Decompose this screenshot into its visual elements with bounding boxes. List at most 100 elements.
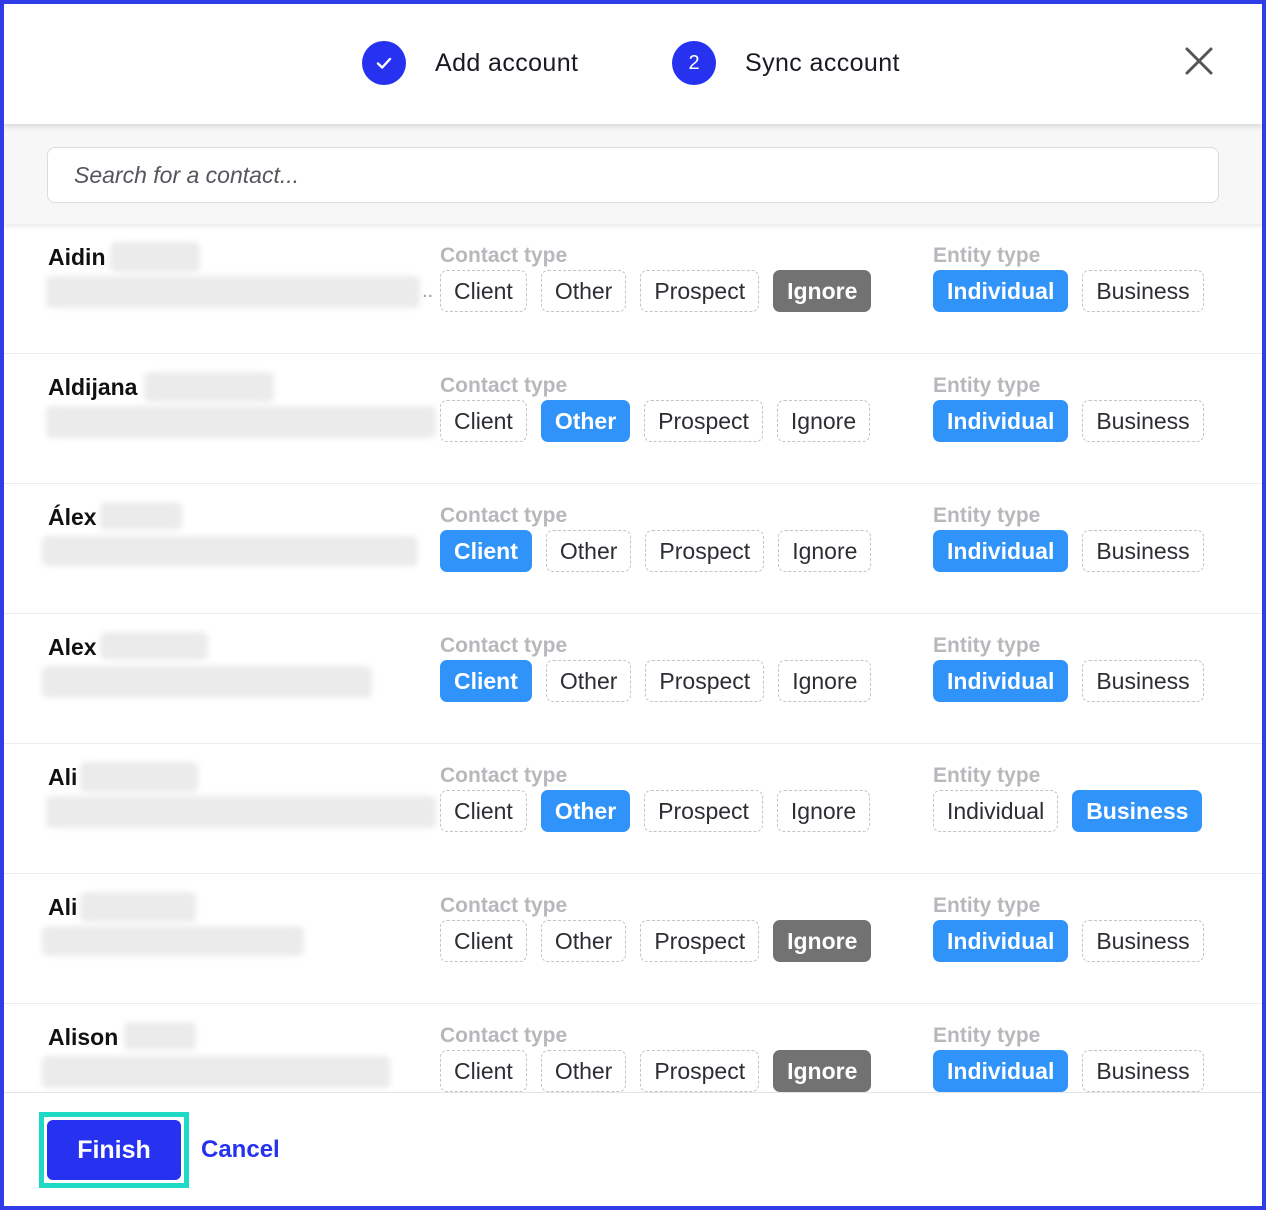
contact-type-option-other[interactable]: Other — [545, 530, 632, 572]
contact-type-option-client[interactable]: Client — [440, 400, 527, 442]
entity-type-label: Entity type — [933, 764, 1041, 787]
contact-type-options: Client Other Prospect Ignore — [440, 660, 872, 702]
entity-type-options: Individual Business — [933, 660, 1204, 702]
contact-type-option-ignore[interactable]: Ignore — [773, 1050, 872, 1092]
entity-type-label: Entity type — [933, 374, 1041, 397]
contact-row: Alex Contact type Entity type Client Other Pr… — [4, 614, 1262, 744]
contact-name: Aldijana — [48, 374, 138, 400]
redacted-contact-details — [42, 666, 372, 698]
contact-type-option-ignore[interactable]: Ignore — [776, 400, 871, 442]
dialog-footer: Finish Cancel — [4, 1092, 1262, 1206]
contact-name: Alison — [48, 1024, 119, 1050]
contact-type-options: Client Other Prospect Ignore — [440, 1050, 872, 1092]
contact-type-option-client[interactable]: Client — [440, 920, 527, 962]
contact-row: Aidin.. Contact type Entity type Client Othe… — [4, 224, 1262, 354]
entity-type-label: Entity type — [933, 634, 1041, 657]
contact-type-option-other[interactable]: Other — [540, 920, 627, 962]
entity-type-option-individual[interactable]: Individual — [933, 790, 1059, 832]
entity-type-option-individual[interactable]: Individual — [933, 920, 1069, 962]
contact-name: Alex — [48, 634, 97, 660]
entity-type-options: Individual Business — [933, 400, 1204, 442]
contact-type-option-ignore[interactable]: Ignore — [778, 530, 872, 572]
entity-type-label: Entity type — [933, 244, 1041, 267]
contact-type-option-other[interactable]: Other — [540, 400, 631, 442]
close-icon — [1185, 47, 1213, 75]
contact-type-options: Client Other Prospect Ignore — [440, 790, 871, 832]
contact-type-option-prospect[interactable]: Prospect — [640, 1050, 760, 1092]
contact-type-option-prospect[interactable]: Prospect — [644, 400, 763, 442]
contact-type-option-ignore[interactable]: Ignore — [773, 270, 872, 312]
contact-type-label: Contact type — [440, 374, 568, 397]
entity-type-option-individual[interactable]: Individual — [933, 1050, 1069, 1092]
contact-name: Ali — [48, 894, 78, 920]
redacted-surname — [100, 502, 182, 530]
contact-type-option-other[interactable]: Other — [540, 790, 631, 832]
contact-type-label: Contact type — [440, 894, 568, 917]
entity-type-label: Entity type — [933, 1024, 1041, 1047]
entity-type-option-business[interactable]: Business — [1082, 660, 1204, 702]
contact-name: Ali — [48, 764, 78, 790]
contact-type-option-ignore[interactable]: Ignore — [773, 920, 872, 962]
contact-type-option-client[interactable]: Client — [440, 790, 527, 832]
contact-type-option-client[interactable]: Client — [440, 270, 527, 312]
redacted-contact-details — [46, 796, 436, 828]
entity-type-option-individual[interactable]: Individual — [933, 400, 1069, 442]
contact-type-option-prospect[interactable]: Prospect — [645, 660, 765, 702]
contact-type-option-prospect[interactable]: Prospect — [640, 270, 760, 312]
contact-type-option-other[interactable]: Other — [540, 270, 627, 312]
entity-type-option-business[interactable]: Business — [1082, 530, 1204, 572]
redacted-surname — [100, 632, 208, 660]
contact-type-options: Client Other Prospect Ignore — [440, 920, 872, 962]
entity-type-option-business[interactable]: Business — [1072, 790, 1203, 832]
entity-type-options: Individual Business — [933, 920, 1204, 962]
sync-account-dialog: Add account 2 Sync account Aidin.. Contac… — [0, 0, 1266, 1210]
contact-row: Alison Contact type Entity type Client Other… — [4, 1004, 1262, 1092]
contact-type-option-ignore[interactable]: Ignore — [778, 660, 872, 702]
contact-type-option-client[interactable]: Client — [440, 1050, 527, 1092]
contact-row: Ali Contact type Entity type Client Other Pro… — [4, 744, 1262, 874]
contact-type-option-client[interactable]: Client — [440, 660, 532, 702]
cancel-link[interactable]: Cancel — [201, 1136, 280, 1164]
step-number-badge: 2 — [672, 41, 716, 85]
entity-type-options: Individual Business — [933, 1050, 1204, 1092]
entity-type-options: Individual Business — [933, 530, 1204, 572]
entity-type-label: Entity type — [933, 504, 1041, 527]
contact-type-options: Client Other Prospect Ignore — [440, 270, 872, 312]
redacted-surname — [80, 762, 198, 792]
contact-type-label: Contact type — [440, 634, 568, 657]
entity-type-option-business[interactable]: Business — [1082, 920, 1204, 962]
step-label-add-account: Add account — [435, 48, 579, 77]
redacted-contact-details — [46, 276, 420, 308]
finish-button[interactable]: Finish — [47, 1120, 181, 1180]
step-sync-account: 2 Sync account — [672, 41, 900, 85]
close-button[interactable] — [1182, 44, 1216, 78]
entity-type-option-business[interactable]: Business — [1082, 270, 1204, 312]
entity-type-options: Individual Business — [933, 790, 1203, 832]
entity-type-label: Entity type — [933, 894, 1041, 917]
search-input[interactable] — [47, 147, 1219, 203]
contact-type-option-prospect[interactable]: Prospect — [644, 790, 763, 832]
contact-type-option-prospect[interactable]: Prospect — [640, 920, 760, 962]
contact-type-label: Contact type — [440, 1024, 568, 1047]
contact-row: Álex Contact type Entity type Client Other Pr… — [4, 484, 1262, 614]
redacted-surname — [124, 1022, 196, 1050]
contact-type-option-ignore[interactable]: Ignore — [776, 790, 871, 832]
redacted-contact-details — [42, 926, 304, 956]
contact-type-option-other[interactable]: Other — [545, 660, 632, 702]
entity-type-option-business[interactable]: Business — [1082, 1050, 1204, 1092]
check-icon — [362, 41, 406, 85]
contact-type-option-other[interactable]: Other — [540, 1050, 627, 1092]
entity-type-option-individual[interactable]: Individual — [933, 530, 1069, 572]
contact-type-options: Client Other Prospect Ignore — [440, 530, 872, 572]
contact-type-option-client[interactable]: Client — [440, 530, 532, 572]
redacted-surname — [110, 242, 200, 272]
entity-type-option-individual[interactable]: Individual — [933, 270, 1069, 312]
contact-list[interactable]: Aidin.. Contact type Entity type Client Othe… — [4, 224, 1262, 1092]
entity-type-option-business[interactable]: Business — [1082, 400, 1204, 442]
contact-type-option-prospect[interactable]: Prospect — [645, 530, 765, 572]
contact-type-label: Contact type — [440, 504, 568, 527]
entity-type-option-individual[interactable]: Individual — [933, 660, 1069, 702]
contact-row: Ali Contact type Entity type Client Other Pro… — [4, 874, 1262, 1004]
entity-type-options: Individual Business — [933, 270, 1204, 312]
contact-type-options: Client Other Prospect Ignore — [440, 400, 871, 442]
